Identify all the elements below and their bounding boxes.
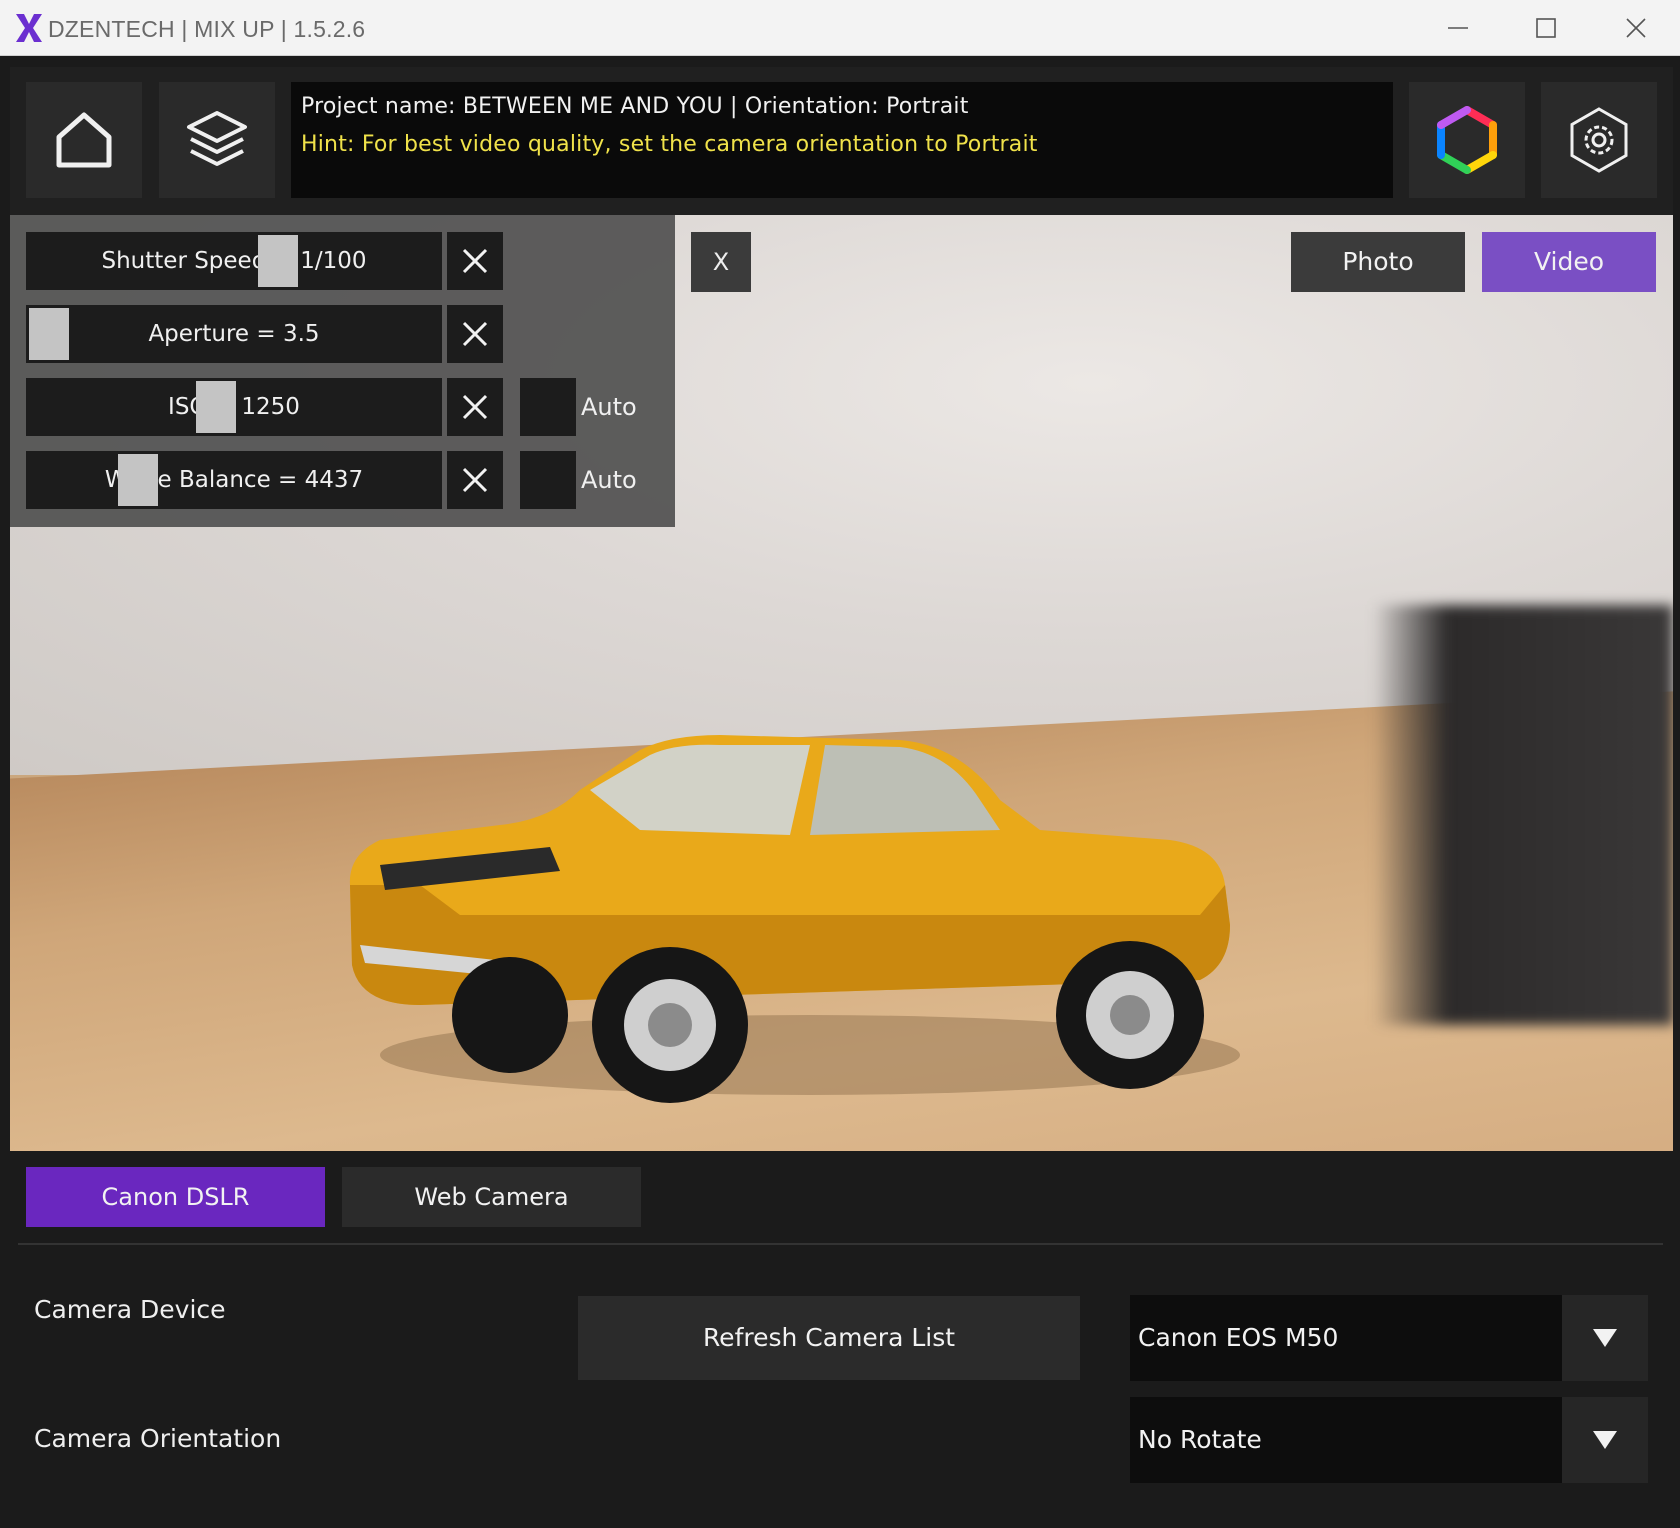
white-balance-slider[interactable]: White Balance = 4437 <box>26 451 442 509</box>
iso-reset-button[interactable] <box>447 378 503 436</box>
dropdown-arrow-button[interactable] <box>1562 1397 1648 1483</box>
slider-thumb[interactable] <box>117 454 158 506</box>
close-icon <box>462 321 488 347</box>
shutter-speed-slider[interactable]: Shutter Speed = 1/100 <box>26 232 442 290</box>
white-balance-auto-checkbox[interactable] <box>520 451 576 509</box>
settings-button[interactable] <box>1541 82 1657 198</box>
close-icon <box>1626 18 1646 38</box>
minimize-button[interactable] <box>1414 0 1502 56</box>
maximize-icon <box>1536 18 1556 38</box>
mixup-logo-icon <box>16 14 42 42</box>
camera-device-select[interactable]: Canon EOS M50 <box>1130 1295 1648 1381</box>
window-title: DZENTECH | MIX UP | 1.5.2.6 <box>48 16 366 42</box>
color-hexagon-icon <box>1437 106 1497 174</box>
slider-thumb[interactable] <box>29 308 69 360</box>
toy-car-image <box>349 735 1240 1103</box>
photo-mode-button[interactable]: Photo <box>1291 232 1465 292</box>
camera-orientation-label: Camera Orientation <box>34 1424 282 1453</box>
camera-orientation-select[interactable]: No Rotate <box>1130 1397 1648 1483</box>
close-settings-button[interactable]: X <box>691 232 751 292</box>
iso-auto-label: Auto <box>581 393 637 421</box>
triangle-down-icon <box>1593 1431 1617 1449</box>
layers-icon <box>187 111 247 166</box>
refresh-camera-list-button[interactable]: Refresh Camera List <box>578 1296 1080 1380</box>
gear-icon <box>1570 107 1628 173</box>
camera-orientation-value: No Rotate <box>1138 1425 1262 1454</box>
home-button[interactable] <box>26 82 142 198</box>
close-icon <box>462 248 488 274</box>
title-bar: DZENTECH | MIX UP | 1.5.2.6 <box>0 0 1680 56</box>
home-icon <box>56 112 112 168</box>
tab-web-camera[interactable]: Web Camera <box>342 1167 641 1227</box>
slider-thumb[interactable] <box>195 381 236 433</box>
aperture-slider[interactable]: Aperture = 3.5 <box>26 305 442 363</box>
color-filter-button[interactable] <box>1409 82 1525 198</box>
white-balance-label: White Balance = 4437 <box>104 467 364 493</box>
video-mode-button[interactable]: Video <box>1482 232 1656 292</box>
tab-canon-dslr[interactable]: Canon DSLR <box>26 1167 325 1227</box>
project-info-panel: Project name: BETWEEN ME AND YOU | Orien… <box>291 82 1393 198</box>
section-divider <box>18 1243 1663 1245</box>
close-window-button[interactable] <box>1592 0 1680 56</box>
slider-thumb[interactable] <box>258 235 299 287</box>
dropdown-arrow-button[interactable] <box>1562 1295 1648 1381</box>
maximize-button[interactable] <box>1502 0 1590 56</box>
white-balance-reset-button[interactable] <box>447 451 503 509</box>
preview-object <box>1373 605 1673 1025</box>
iso-auto-checkbox[interactable] <box>520 378 576 436</box>
minimize-icon <box>1448 27 1468 29</box>
project-info-text: Project name: BETWEEN ME AND YOU | Orien… <box>301 94 969 119</box>
layers-button[interactable] <box>159 82 275 198</box>
aperture-reset-button[interactable] <box>447 305 503 363</box>
shutter-speed-label: Shutter Speed = 1/100 <box>101 248 367 274</box>
hint-text: Hint: For best video quality, set the ca… <box>301 132 1038 157</box>
camera-device-value: Canon EOS M50 <box>1138 1323 1339 1352</box>
white-balance-auto-label: Auto <box>581 466 637 494</box>
iso-slider[interactable]: ISO = 1250 <box>26 378 442 436</box>
close-icon <box>462 394 488 420</box>
close-icon <box>462 467 488 493</box>
shutter-reset-button[interactable] <box>447 232 503 290</box>
camera-device-label: Camera Device <box>34 1295 226 1324</box>
triangle-down-icon <box>1593 1329 1617 1347</box>
aperture-label: Aperture = 3.5 <box>148 321 320 347</box>
